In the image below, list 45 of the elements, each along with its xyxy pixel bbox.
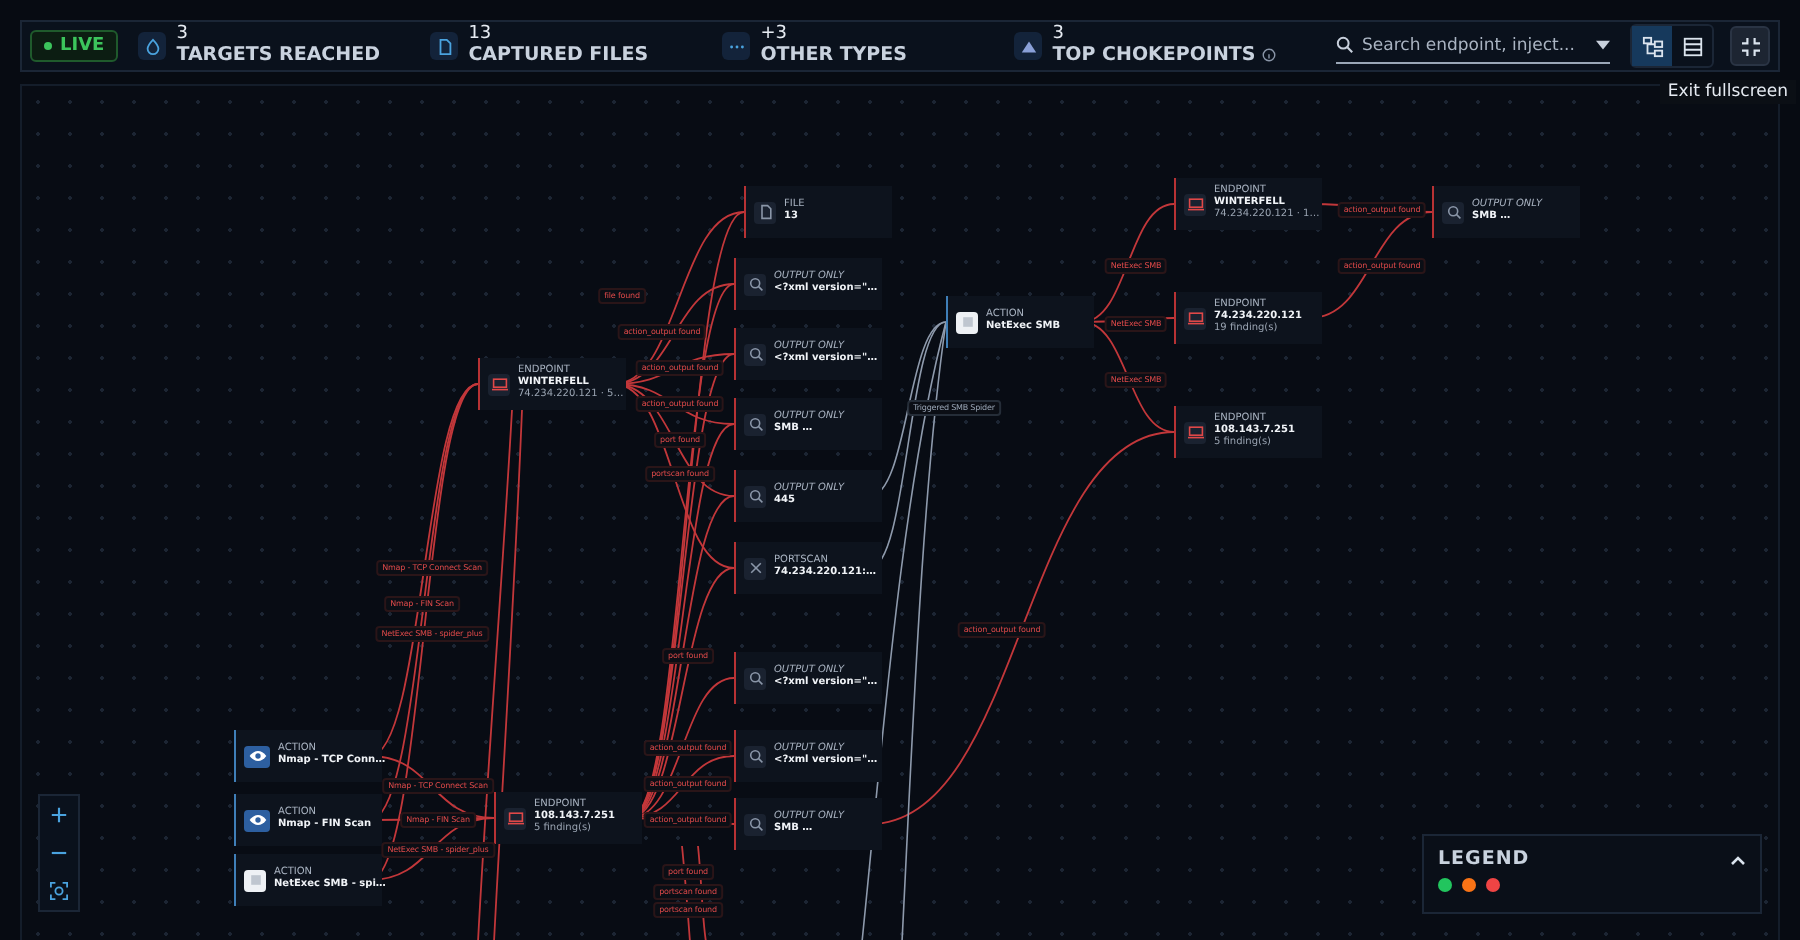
stat-label: TARGETS REACHED — [176, 45, 380, 66]
stat-label: CAPTURED FILES — [468, 45, 649, 66]
plus-icon — [50, 806, 68, 824]
stat-value: 3 — [1052, 26, 1066, 46]
stat-icon — [430, 32, 459, 60]
exit-fullscreen-icon — [1741, 37, 1759, 55]
table-icon — [1681, 35, 1703, 57]
node-icon — [488, 373, 510, 395]
legend-title: LEGEND — [1438, 848, 1530, 870]
node-icon — [1184, 307, 1206, 329]
node-icon — [744, 667, 766, 689]
node-icon — [754, 201, 776, 223]
stat-label: OTHER TYPES — [760, 45, 907, 66]
stat-value: +3 — [760, 26, 789, 46]
exit-fullscreen-button[interactable] — [1730, 26, 1770, 66]
node-icon — [744, 813, 766, 835]
chevron-icon[interactable] — [1730, 853, 1746, 865]
node-icon — [744, 413, 766, 435]
caret-icon — [1596, 40, 1610, 50]
node-icon — [244, 869, 266, 891]
node-icon — [744, 485, 766, 507]
search-field[interactable]: Search endpoint, inject... — [1336, 29, 1610, 63]
stat-icon — [1014, 32, 1043, 60]
focus-frame-icon — [50, 882, 68, 900]
live-badge: LIVE — [30, 30, 119, 62]
node-icon — [1442, 201, 1464, 223]
graph-view-button[interactable] — [1632, 26, 1672, 66]
stat-value: 3 — [176, 26, 190, 46]
node-icon — [244, 809, 270, 831]
node-icon — [504, 807, 526, 829]
stat-icon — [722, 32, 751, 60]
tooltip: Exit fullscreen — [1659, 80, 1796, 104]
node-icon — [1184, 193, 1206, 215]
node-icon — [744, 343, 766, 365]
stat-value: 13 — [468, 26, 494, 46]
node-icon — [744, 745, 766, 767]
stat-label: TOP CHOKEPOINTS — [1052, 45, 1256, 66]
node-icon — [744, 557, 766, 579]
node-icon — [1184, 421, 1206, 443]
search-icon — [1336, 36, 1354, 54]
stat-icon — [138, 32, 167, 60]
node-icon — [956, 311, 978, 333]
node-icon — [744, 273, 766, 295]
node-icon — [244, 745, 270, 767]
graph-icon — [1641, 35, 1663, 57]
